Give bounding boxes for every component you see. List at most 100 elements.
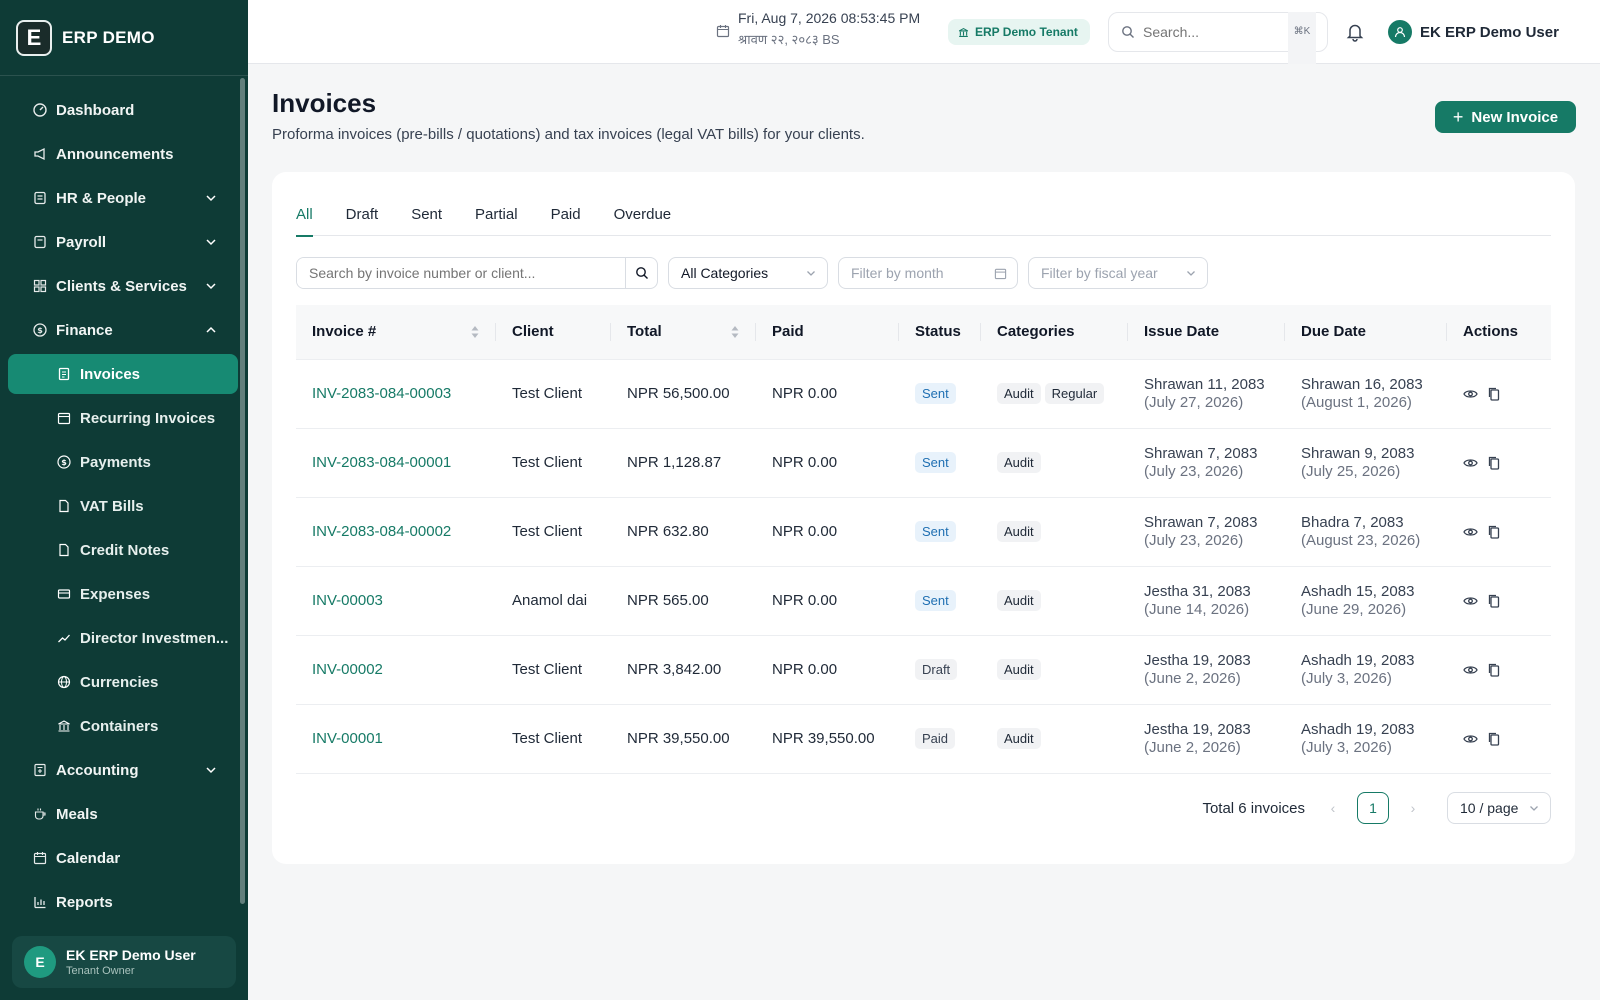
datetime-text: Fri, Aug 7, 2026 08:53:45 PM श्रावण २२, … bbox=[738, 10, 920, 48]
sort-icon[interactable] bbox=[730, 325, 740, 339]
page-size-select[interactable]: 10 / page bbox=[1447, 792, 1551, 824]
month-filter[interactable]: Filter by month bbox=[838, 257, 1018, 289]
sidebar-item-meals[interactable]: Meals bbox=[0, 792, 248, 836]
sidebar-user-card[interactable]: E EK ERP Demo User Tenant Owner bbox=[12, 936, 236, 988]
sort-icon[interactable] bbox=[470, 325, 480, 339]
top-user-menu[interactable]: EK ERP Demo User bbox=[1388, 20, 1559, 44]
sidebar-item-accounting[interactable]: Accounting bbox=[0, 748, 248, 792]
copy-icon[interactable] bbox=[1488, 732, 1500, 746]
category-tag: Audit bbox=[997, 659, 1041, 680]
new-invoice-button[interactable]: + New Invoice bbox=[1435, 101, 1576, 133]
due-date-cell: Shrawan 16, 2083 (August 1, 2026) bbox=[1285, 359, 1447, 428]
issue-date-cell: Jestha 19, 2083 (June 2, 2026) bbox=[1128, 704, 1285, 773]
copy-icon[interactable] bbox=[1488, 387, 1500, 401]
sidebar-item-recurring-invoices[interactable]: Recurring Invoices bbox=[0, 396, 248, 440]
categories-cell: Audit bbox=[981, 704, 1128, 773]
view-eye-icon[interactable] bbox=[1463, 457, 1478, 469]
issue-date-bs: Shrawan 7, 2083 bbox=[1144, 514, 1258, 531]
column-header-invoice[interactable]: Invoice # bbox=[296, 305, 496, 360]
copy-icon[interactable] bbox=[1488, 525, 1500, 539]
invoice-number-link[interactable]: INV-2083-084-00001 bbox=[296, 428, 496, 497]
sidebar-item-label: Clients & Services bbox=[56, 277, 187, 295]
actions-cell bbox=[1447, 566, 1551, 635]
tab-sent[interactable]: Sent bbox=[411, 206, 442, 236]
sidebar-user-role: Tenant Owner bbox=[66, 965, 135, 977]
invoice-number-link[interactable]: INV-00003 bbox=[296, 566, 496, 635]
chevron-right-icon[interactable]: › bbox=[1399, 800, 1427, 816]
invoice-number-link[interactable]: INV-2083-084-00002 bbox=[296, 497, 496, 566]
sidebar-item-dashboard[interactable]: Dashboard bbox=[0, 88, 248, 132]
dashboard-icon bbox=[32, 102, 48, 118]
sidebar-item-director-investments[interactable]: Director Investmen... bbox=[0, 616, 248, 660]
paid-cell: NPR 0.00 bbox=[772, 523, 838, 540]
view-eye-icon[interactable] bbox=[1463, 733, 1478, 745]
chevron-left-icon[interactable]: ‹ bbox=[1319, 800, 1347, 816]
bank-icon bbox=[958, 27, 969, 37]
status-tabs: All Draft Sent Partial Paid Overdue bbox=[296, 206, 1551, 237]
search-button[interactable] bbox=[625, 258, 657, 288]
sidebar-item-calendar[interactable]: Calendar bbox=[0, 836, 248, 880]
sidebar-item-currencies[interactable]: Currencies bbox=[0, 660, 248, 704]
grid-icon bbox=[32, 278, 48, 294]
global-search-input[interactable] bbox=[1143, 24, 1283, 40]
table-row: INV-2083-084-00003 Test Client NPR 56,50… bbox=[296, 359, 1551, 428]
view-eye-icon[interactable] bbox=[1463, 388, 1478, 400]
sidebar-item-label: Accounting bbox=[56, 761, 139, 779]
fiscal-year-filter[interactable]: Filter by fiscal year bbox=[1028, 257, 1208, 289]
status-cell: Draft bbox=[899, 635, 981, 704]
tab-partial[interactable]: Partial bbox=[475, 206, 518, 236]
sidebar-item-payroll[interactable]: Payroll bbox=[0, 220, 248, 264]
sidebar-nav: Dashboard Announcements HR & People Payr… bbox=[0, 76, 248, 924]
view-eye-icon[interactable] bbox=[1463, 595, 1478, 607]
paid-cell: NPR 0.00 bbox=[772, 385, 838, 402]
bell-icon[interactable] bbox=[1346, 22, 1364, 47]
datetime-bs: श्रावण २२, २०८३ BS bbox=[738, 32, 840, 47]
tab-paid[interactable]: Paid bbox=[551, 206, 581, 236]
sidebar-item-invoices[interactable]: Invoices bbox=[8, 354, 238, 394]
invoice-number-link[interactable]: INV-00001 bbox=[296, 704, 496, 773]
due-date-ad: (July 25, 2026) bbox=[1301, 463, 1401, 480]
tab-draft[interactable]: Draft bbox=[346, 206, 379, 236]
status-cell: Sent bbox=[899, 566, 981, 635]
search-icon bbox=[1122, 26, 1134, 38]
tenant-badge[interactable]: ERP Demo Tenant bbox=[948, 19, 1090, 45]
tab-all[interactable]: All bbox=[296, 206, 313, 237]
pagination-total: Total 6 invoices bbox=[1202, 799, 1305, 817]
sidebar: E ERP DEMO Dashboard Announcements HR & … bbox=[0, 0, 248, 1000]
categories-cell: Audit bbox=[981, 566, 1128, 635]
sidebar-item-containers[interactable]: Containers bbox=[0, 704, 248, 748]
due-date-bs: Shrawan 9, 2083 bbox=[1301, 445, 1415, 462]
copy-icon[interactable] bbox=[1488, 456, 1500, 470]
category-select[interactable]: All Categories bbox=[668, 257, 828, 289]
invoice-number-link[interactable]: INV-00002 bbox=[296, 635, 496, 704]
sidebar-item-expenses[interactable]: Expenses bbox=[0, 572, 248, 616]
actions-cell bbox=[1447, 359, 1551, 428]
view-eye-icon[interactable] bbox=[1463, 664, 1478, 676]
sidebar-item-label: Director Investmen... bbox=[80, 629, 229, 647]
sidebar-item-finance[interactable]: $ Finance bbox=[0, 308, 248, 352]
sidebar-item-reports[interactable]: Reports bbox=[0, 880, 248, 924]
sidebar-item-announcements[interactable]: Announcements bbox=[0, 132, 248, 176]
invoices-table: Invoice # Client Total Paid Status Categ… bbox=[296, 305, 1551, 774]
sidebar-item-credit-notes[interactable]: Credit Notes bbox=[0, 528, 248, 572]
due-date-bs: Bhadra 7, 2083 bbox=[1301, 514, 1404, 531]
actions-cell bbox=[1447, 497, 1551, 566]
sidebar-item-vat-bills[interactable]: VAT Bills bbox=[0, 484, 248, 528]
invoice-search-input[interactable] bbox=[297, 258, 625, 288]
sidebar-item-clients-services[interactable]: Clients & Services bbox=[0, 264, 248, 308]
brand[interactable]: E ERP DEMO bbox=[0, 0, 248, 76]
issue-date-bs: Jestha 19, 2083 bbox=[1144, 652, 1251, 669]
sidebar-item-hr-people[interactable]: HR & People bbox=[0, 176, 248, 220]
column-header-total[interactable]: Total bbox=[611, 305, 756, 360]
view-eye-icon[interactable] bbox=[1463, 526, 1478, 538]
tab-overdue[interactable]: Overdue bbox=[614, 206, 672, 236]
invoice-number-link[interactable]: INV-2083-084-00003 bbox=[296, 359, 496, 428]
page-subtitle: Proforma invoices (pre-bills / quotation… bbox=[272, 126, 865, 143]
sidebar-item-payments[interactable]: $ Payments bbox=[0, 440, 248, 484]
total-cell: NPR 3,842.00 bbox=[627, 661, 722, 678]
copy-icon[interactable] bbox=[1488, 663, 1500, 677]
copy-icon[interactable] bbox=[1488, 594, 1500, 608]
paid-cell: NPR 0.00 bbox=[772, 592, 838, 609]
page-number-button[interactable]: 1 bbox=[1357, 792, 1389, 824]
issue-date-ad: (July 23, 2026) bbox=[1144, 532, 1244, 549]
